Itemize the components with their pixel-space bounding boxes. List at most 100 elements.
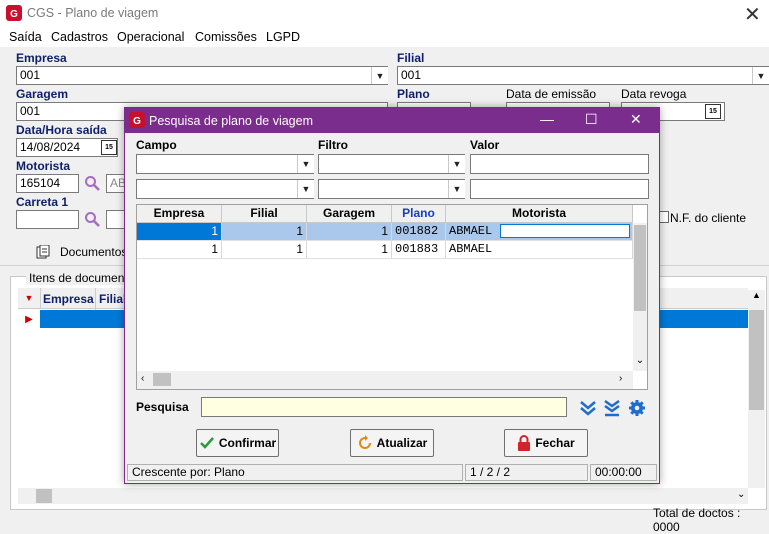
total-docs: Total de doctos : 0000 (653, 506, 741, 534)
cell-motorista[interactable]: ABMAEL (446, 241, 633, 259)
results-grid: Empresa Filial Garagem Plano Motorista 1… (136, 204, 648, 390)
valor-input-1[interactable] (470, 154, 649, 174)
svg-text:G: G (133, 116, 141, 127)
nf-cliente-label: N.F. do cliente (670, 211, 747, 225)
col-garagem[interactable]: Garagem (307, 205, 392, 223)
chevron-down-icon[interactable]: ▼ (448, 155, 465, 173)
search-dialog: G Pesquisa de plano de viagem — ☐ ✕ Camp… (124, 107, 660, 484)
data-emissao-label: Data de emissão (506, 87, 597, 101)
status-time: 00:00:00 (590, 464, 657, 481)
menu-lgpd[interactable]: LGPD (266, 30, 300, 44)
app-logo-icon: G (6, 5, 22, 21)
data-revoga-label: Data revoga (621, 87, 687, 101)
menubar (0, 27, 769, 47)
atualizar-button[interactable]: Atualizar (350, 429, 434, 457)
chevron-down-icon[interactable]: ▼ (448, 180, 465, 198)
minimize-icon[interactable]: — (540, 111, 554, 127)
cell-garagem[interactable]: 1 (307, 241, 392, 259)
campo-select-1[interactable] (136, 154, 314, 174)
horizontal-scrollbar[interactable] (18, 488, 748, 504)
valor-input-2[interactable] (470, 179, 649, 199)
chevron-down-icon[interactable]: ▼ (752, 67, 769, 84)
app-logo-icon: G (129, 112, 145, 128)
search-icon[interactable] (84, 211, 100, 227)
cell-plano[interactable]: 001883 (392, 241, 446, 259)
dialog-title: Pesquisa de plano de viagem (149, 114, 314, 128)
atualizar-label: Atualizar (376, 436, 428, 450)
vertical-scrollbar[interactable]: ▲ (748, 290, 765, 488)
calendar-icon[interactable]: 15 (101, 140, 117, 155)
confirmar-button[interactable]: Confirmar (196, 429, 279, 457)
chevron-down-icon[interactable]: ▼ (297, 155, 314, 173)
menu-cadastros[interactable]: Cadastros (51, 30, 108, 44)
cell-filial[interactable]: 1 (222, 241, 307, 259)
filtro-select-2[interactable] (318, 179, 465, 199)
check-icon (199, 437, 214, 449)
itens-documento-label: Itens de documento (26, 271, 138, 285)
chevron-down-icon[interactable]: ⌄ (737, 489, 745, 500)
row-indicator-icon: ▶ (25, 313, 33, 325)
col-motorista[interactable]: Motorista (446, 205, 633, 223)
status-order: Crescente por: Plano (127, 464, 463, 481)
cell-empresa[interactable]: 1 (137, 223, 222, 241)
carreta1-label: Carreta 1 (16, 195, 69, 209)
pesquisa-input[interactable] (201, 397, 567, 417)
motorista-code-field[interactable]: 165104 (16, 174, 79, 193)
col-plano[interactable]: Plano (392, 205, 446, 223)
empresa-label: Empresa (16, 51, 67, 65)
maximize-icon[interactable]: ☐ (585, 111, 598, 128)
cell-empresa[interactable]: 1 (137, 241, 222, 259)
campo-select-2[interactable] (136, 179, 314, 199)
col-filial[interactable]: Filial (222, 205, 307, 223)
filial-label: Filial (397, 51, 425, 65)
col-empresa[interactable]: Empresa (137, 205, 222, 223)
gear-icon[interactable] (628, 399, 646, 417)
carreta1-name-field[interactable] (106, 210, 126, 229)
svg-text:G: G (10, 9, 18, 20)
menu-saida[interactable]: Saída (9, 30, 42, 44)
fechar-label: Fechar (535, 436, 575, 450)
chevron-down-icon[interactable]: ▼ (297, 180, 314, 198)
motorista-label: Motorista (16, 159, 70, 173)
cell-plano[interactable]: 001882 (392, 223, 446, 241)
refresh-icon (358, 435, 371, 449)
filial-select[interactable]: 001 (397, 66, 769, 85)
campo-label: Campo (136, 138, 177, 152)
filtro-select-1[interactable] (318, 154, 465, 174)
chevron-down-icon[interactable]: ▼ (371, 67, 388, 84)
tab-documentos[interactable]: Documentos (60, 245, 127, 259)
garagem-label: Garagem (16, 87, 69, 101)
fechar-button[interactable]: Fechar (504, 429, 588, 457)
status-page: 1 / 2 / 2 (465, 464, 588, 481)
grid-vertical-scrollbar[interactable]: ⌄ (633, 223, 647, 371)
cell-editor[interactable] (500, 224, 630, 238)
search-icon[interactable] (84, 175, 100, 191)
cell-filial[interactable]: 1 (222, 223, 307, 241)
grid-horizontal-scrollbar[interactable]: ‹ › (137, 371, 633, 389)
docs-col-filial[interactable]: Filial (99, 292, 126, 306)
filtro-label: Filtro (318, 138, 348, 152)
motorista-name-field[interactable]: AB (106, 174, 126, 193)
sort-down-icon[interactable]: ▼ (18, 288, 41, 308)
plano-label: Plano (397, 87, 430, 101)
close-icon[interactable]: ✕ (630, 111, 642, 128)
cell-motorista[interactable]: ABMAEL (446, 223, 633, 241)
pesquisa-label: Pesquisa (136, 400, 189, 414)
calendar-icon[interactable]: 15 (705, 104, 721, 119)
double-chevron-down-icon[interactable] (579, 399, 597, 417)
cell-garagem[interactable]: 1 (307, 223, 392, 241)
lock-icon (518, 435, 531, 451)
window-title: CGS - Plano de viagem (27, 6, 159, 20)
empresa-select[interactable]: 001 (16, 66, 388, 85)
valor-label: Valor (470, 138, 500, 152)
menu-operacional[interactable]: Operacional (117, 30, 184, 44)
documents-icon (36, 245, 50, 259)
data-hora-saida-label: Data/Hora saída (16, 123, 107, 137)
jump-to-end-icon[interactable] (603, 399, 621, 417)
carreta1-field[interactable] (16, 210, 79, 229)
confirmar-label: Confirmar (218, 436, 277, 450)
menu-comissoes[interactable]: Comissões (195, 30, 257, 44)
docs-col-empresa[interactable]: Empresa (43, 292, 94, 306)
cell-motorista-text: ABMAEL (449, 224, 493, 238)
window-close-button[interactable]: ✕ (744, 2, 761, 27)
